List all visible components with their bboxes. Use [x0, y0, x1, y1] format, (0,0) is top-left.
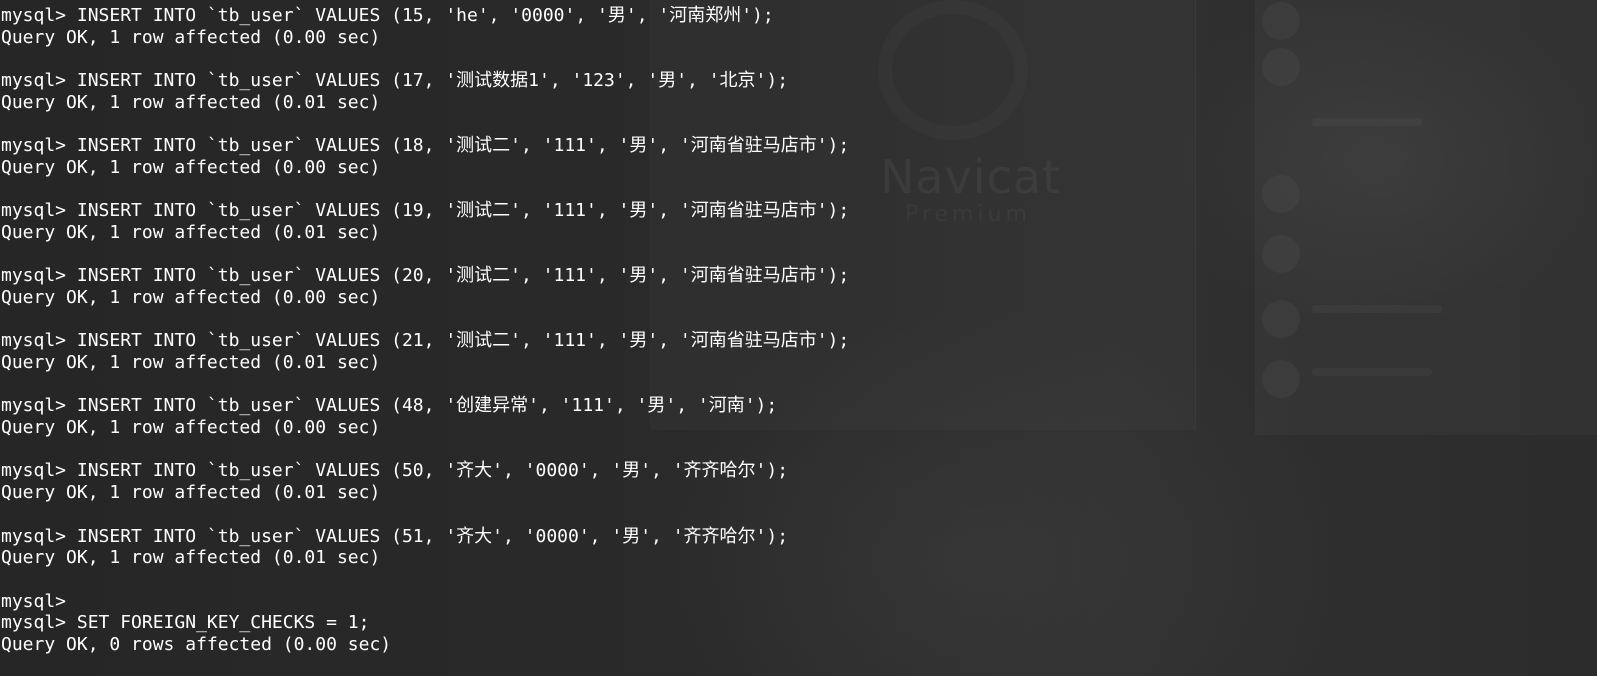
background-avatar-icon [1262, 2, 1300, 40]
result-line: Query OK, 1 row affected (0.00 sec) [1, 156, 381, 178]
background-avatar-icon [1262, 235, 1300, 273]
command-line: mysql> SET FOREIGN_KEY_CHECKS = 1; [1, 612, 370, 634]
command-line: mysql> INSERT INTO `tb_user` VALUES (15,… [1, 5, 774, 26]
terminal-output[interactable]: mysql> INSERT INTO `tb_user` VALUES (15,… [1, 5, 849, 656]
command-line: mysql> INSERT INTO `tb_user` VALUES (17,… [1, 70, 789, 92]
result-line: Query OK, 1 row affected (0.01 sec) [1, 352, 381, 373]
command-line: mysql> INSERT INTO `tb_user` VALUES (51,… [1, 525, 789, 547]
terminal-window[interactable]: Navicat Premium mysql> INSERT INTO `tb_u… [0, 0, 1597, 676]
command-line: mysql> INSERT INTO `tb_user` VALUES (19,… [1, 200, 850, 222]
result-line: Query OK, 1 row affected (0.01 sec) [1, 547, 381, 569]
command-line: mysql> [1, 590, 67, 612]
background-avatar-icon [1262, 175, 1300, 213]
command-line: mysql> INSERT INTO `tb_user` VALUES (20,… [1, 265, 850, 287]
result-line: Query OK, 1 row affected (0.00 sec) [1, 286, 381, 308]
command-line: mysql> INSERT INTO `tb_user` VALUES (50,… [1, 460, 789, 482]
background-avatar-icon [1262, 360, 1300, 398]
result-line: Query OK, 1 row affected (0.01 sec) [1, 221, 381, 243]
background-text-bar [1312, 368, 1432, 376]
result-line: Query OK, 1 row affected (0.00 sec) [1, 417, 381, 439]
command-line: mysql> INSERT INTO `tb_user` VALUES (48,… [1, 395, 778, 417]
result-line: Query OK, 1 row affected (0.01 sec) [1, 482, 381, 504]
result-line: Query OK, 1 row affected (0.00 sec) [1, 26, 381, 48]
background-avatar-icon [1262, 300, 1300, 338]
result-line: Query OK, 0 rows affected (0.00 sec) [1, 633, 392, 655]
background-avatar-icon [1262, 48, 1300, 86]
command-line: mysql> INSERT INTO `tb_user` VALUES (18,… [1, 135, 850, 157]
background-logo-ring [878, 0, 1028, 140]
result-line: Query OK, 1 row affected (0.01 sec) [1, 91, 381, 113]
background-logo-text: Navicat [880, 150, 1062, 204]
background-text-bar [1312, 305, 1442, 313]
background-logo-subtext: Premium [905, 202, 1031, 227]
background-text-bar [1312, 118, 1422, 126]
command-line: mysql> INSERT INTO `tb_user` VALUES (21,… [1, 330, 850, 352]
